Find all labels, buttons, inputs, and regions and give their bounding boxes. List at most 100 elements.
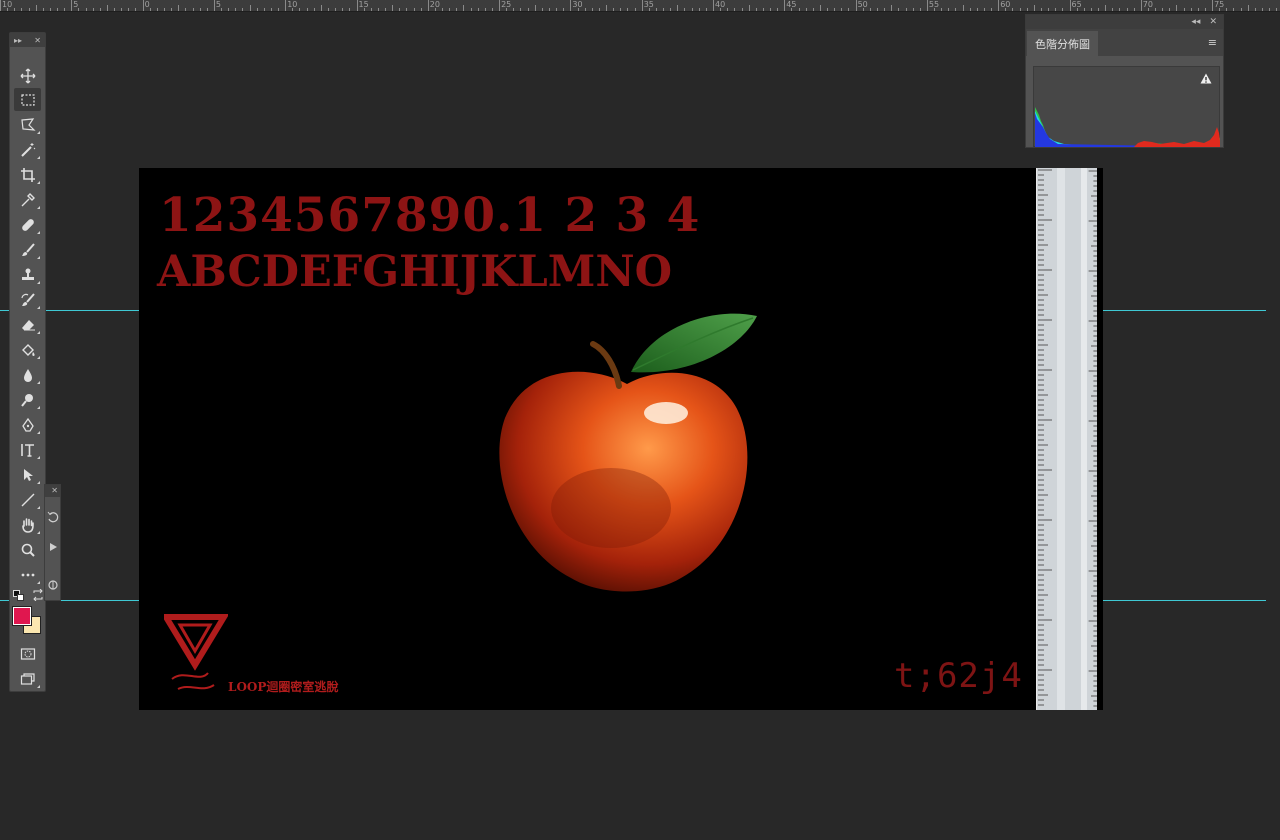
ruler-tick [862, 8, 864, 11]
horizontal-ruler[interactable]: 10 5 0 5 10 15 20 25 30 35 40 45 50 55 60 65 70 75 [0, 0, 1280, 12]
ruler-tick [1219, 8, 1221, 11]
healing-brush-tool[interactable] [14, 213, 41, 236]
ruler-tick [513, 8, 515, 11]
ruler-tick [591, 8, 593, 11]
ruler-tick [313, 8, 315, 11]
ruler-tick [848, 8, 850, 11]
close-icon[interactable]: ✕ [45, 485, 60, 497]
ruler-tick [1012, 8, 1014, 11]
ruler-tick [791, 8, 793, 11]
marquee-icon [20, 93, 35, 106]
history-brush-tool[interactable] [14, 288, 41, 311]
paint-bucket-tool[interactable] [14, 338, 41, 361]
ruler-tick [121, 8, 123, 11]
ruler-tick [434, 8, 436, 11]
ruler-tick [370, 8, 372, 11]
collapse-icon[interactable]: ◂◂ [1191, 17, 1200, 27]
ruler-tick [1269, 8, 1271, 11]
bucket-icon [21, 343, 35, 356]
ruler-tick [627, 8, 629, 11]
panel-menu-icon[interactable]: ≡ [1208, 37, 1217, 48]
document-canvas[interactable]: 1234567890.1 2 3 4 ABCDEFGHIJKLMNO LOOP迴… [139, 168, 1103, 710]
ruler-tick [327, 8, 329, 11]
tab-histogram[interactable]: 色階分佈圖 [1027, 31, 1098, 56]
ruler-tick [869, 8, 871, 11]
default-colors-icon[interactable] [13, 590, 25, 602]
ruler-tick [969, 8, 971, 11]
foreground-color-swatch[interactable] [12, 606, 32, 626]
zoom-tool[interactable] [14, 538, 41, 561]
magic-wand-tool[interactable] [14, 138, 41, 161]
eyedropper-tool[interactable] [14, 188, 41, 211]
ruler-tick [263, 8, 265, 11]
ruler-tick [477, 8, 479, 11]
ruler-tick [1262, 8, 1263, 11]
ruler-tick [149, 8, 151, 11]
ruler-tick [798, 8, 800, 11]
ruler-tick [456, 8, 458, 11]
dodge-icon [20, 393, 33, 407]
ruler-tick [506, 8, 508, 11]
histogram-plot [1035, 107, 1220, 147]
move-tool[interactable] [14, 64, 41, 87]
history-icon[interactable] [47, 511, 59, 523]
ruler-tick [998, 0, 1000, 11]
ruler-tick [28, 8, 30, 11]
close-icon[interactable]: ✕ [1209, 17, 1217, 27]
ruler-tick [713, 0, 714, 11]
ruler-tick [827, 8, 829, 11]
ruler-image [1036, 168, 1097, 710]
ruler-tick [427, 0, 429, 11]
line-tool[interactable] [14, 488, 41, 511]
warning-icon[interactable] [1200, 73, 1212, 84]
ruler-tick [991, 8, 993, 11]
screen-mode-button[interactable] [14, 667, 41, 690]
clone-stamp-tool[interactable] [14, 263, 41, 286]
histogram-panel-header: ◂◂ ✕ [1026, 15, 1223, 29]
ruler-tick [955, 8, 957, 11]
ruler-tick [1204, 8, 1206, 11]
type-tool[interactable] [14, 438, 41, 461]
crop-tool[interactable] [14, 163, 41, 186]
ruler-tick [962, 5, 964, 11]
collapse-icon[interactable]: ▸▸ [14, 36, 22, 45]
properties-icon[interactable] [47, 579, 59, 591]
path-selection-tool[interactable] [14, 463, 41, 486]
pen-tool[interactable] [14, 413, 41, 436]
ruler-tick [42, 8, 44, 11]
dodge-tool[interactable] [14, 388, 41, 411]
ruler-tick [192, 8, 194, 11]
ruler-tick [570, 0, 572, 11]
ruler-tick [156, 8, 158, 11]
quick-mask-button[interactable] [14, 642, 41, 665]
play-icon[interactable] [47, 541, 59, 553]
blur-tool[interactable] [14, 363, 41, 386]
ruler-tick [855, 0, 857, 11]
ruler-tick [1098, 8, 1100, 11]
swap-colors-icon[interactable] [32, 589, 44, 601]
ruler-tick [249, 5, 251, 11]
letters-text: ABCDEFGHIJKLMNO [157, 247, 673, 297]
ruler-tick [1019, 8, 1021, 11]
ruler-tick [762, 8, 764, 11]
lasso-tool[interactable] [14, 113, 41, 136]
arrow-icon [23, 468, 33, 481]
ruler-tick [270, 8, 272, 11]
ruler-tick [78, 8, 80, 11]
hand-tool[interactable] [14, 513, 41, 536]
ruler-tick [1133, 8, 1135, 11]
ruler-tick [1233, 8, 1235, 11]
photoshop-workspace: 10 5 0 5 10 15 20 25 30 35 40 45 50 55 60 65 70 75 123456… [0, 0, 1280, 840]
ruler-tick [1069, 0, 1071, 11]
histogram-panel: ◂◂ ✕ 色階分佈圖 ≡ [1025, 14, 1224, 148]
eraser-tool[interactable] [14, 313, 41, 336]
ruler-tick [1190, 8, 1192, 11]
rectangular-marquee-tool[interactable] [14, 88, 41, 111]
ruler-tick [677, 5, 679, 11]
close-icon[interactable]: ✕ [34, 36, 41, 45]
brush-tool[interactable] [14, 238, 41, 261]
more-tools[interactable] [14, 563, 41, 586]
ruler-tick [777, 8, 779, 11]
ruler-tick [919, 8, 921, 11]
ruler-tick [1055, 8, 1057, 11]
